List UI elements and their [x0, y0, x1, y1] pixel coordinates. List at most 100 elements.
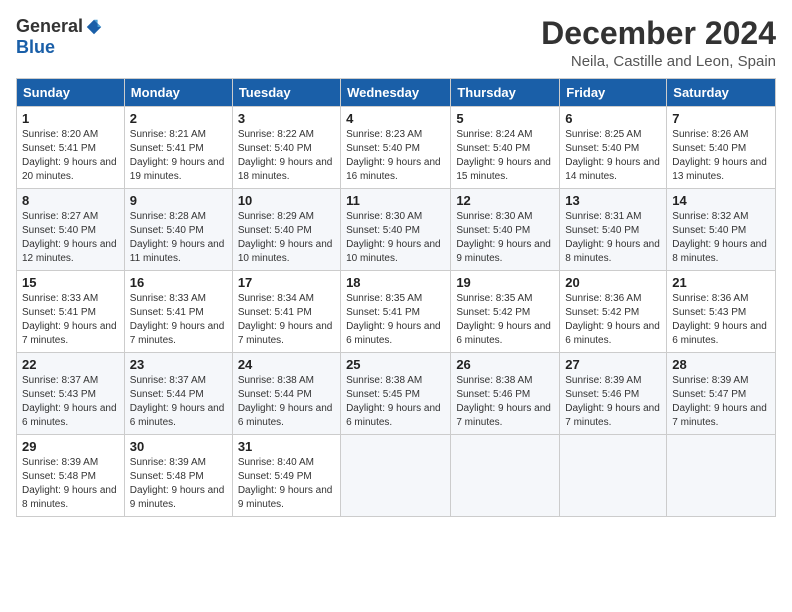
header-day-monday: Monday [124, 79, 232, 107]
calendar-cell: 16 Sunrise: 8:33 AMSunset: 5:41 PMDayligh… [124, 271, 232, 353]
day-number: 16 [130, 275, 227, 290]
header-day-sunday: Sunday [17, 79, 125, 107]
day-detail: Sunrise: 8:24 AMSunset: 5:40 PMDaylight:… [456, 128, 554, 184]
calendar-week-4: 22Sunrise: 8:37 AMSunset: 5:43 PMDayligh… [17, 353, 776, 435]
day-number: 10 [238, 193, 335, 208]
calendar-cell: 19Sunrise: 8:35 AMSunset: 5:42 PMDayligh… [451, 271, 560, 353]
day-number: 14 [672, 193, 770, 208]
day-detail: Sunrise: 8:36 AMSunset: 5:42 PMDaylight:… [565, 292, 661, 348]
day-number: 15 [22, 275, 119, 290]
calendar-week-3: 15 Sunrise: 8:33 AMSunset: 5:41 PMDayligh… [17, 271, 776, 353]
calendar-cell: 12Sunrise: 8:30 AMSunset: 5:40 PMDayligh… [451, 189, 560, 271]
day-number: 13 [565, 193, 661, 208]
day-detail: Sunrise: 8:32 AMSunset: 5:40 PMDaylight:… [672, 210, 770, 266]
day-number: 21 [672, 275, 770, 290]
calendar-cell: 23Sunrise: 8:37 AMSunset: 5:44 PMDayligh… [124, 353, 232, 435]
day-number: 23 [130, 357, 227, 372]
day-number: 25 [346, 357, 445, 372]
day-detail: Sunrise: 8:30 AMSunset: 5:40 PMDaylight:… [346, 210, 445, 266]
calendar-cell [341, 435, 451, 517]
day-detail: Sunrise: 8:38 AMSunset: 5:45 PMDaylight:… [346, 374, 445, 430]
calendar-cell: 5 Sunrise: 8:24 AMSunset: 5:40 PMDaylight… [451, 107, 560, 189]
day-detail: Sunrise: 8:33 AMSunset: 5:41 PMDaylight:… [130, 292, 227, 348]
calendar-header-row: SundayMondayTuesdayWednesdayThursdayFrid… [17, 79, 776, 107]
calendar-cell: 8Sunrise: 8:27 AMSunset: 5:40 PMDaylight… [17, 189, 125, 271]
calendar-week-5: 29Sunrise: 8:39 AMSunset: 5:48 PMDayligh… [17, 435, 776, 517]
day-number: 17 [238, 275, 335, 290]
calendar-cell: 11Sunrise: 8:30 AMSunset: 5:40 PMDayligh… [341, 189, 451, 271]
logo-general: General [16, 16, 83, 37]
calendar-cell: 3 Sunrise: 8:22 AMSunset: 5:40 PMDaylight… [232, 107, 340, 189]
calendar-cell: 7 Sunrise: 8:26 AMSunset: 5:40 PMDaylight… [667, 107, 776, 189]
calendar-cell: 22Sunrise: 8:37 AMSunset: 5:43 PMDayligh… [17, 353, 125, 435]
day-detail: Sunrise: 8:21 AMSunset: 5:41 PMDaylight:… [130, 128, 227, 184]
calendar-body: 1 Sunrise: 8:20 AMSunset: 5:41 PMDaylight… [17, 107, 776, 517]
logo-blue: Blue [16, 37, 55, 58]
calendar-cell: 4Sunrise: 8:23 AMSunset: 5:40 PMDaylight… [341, 107, 451, 189]
day-number: 20 [565, 275, 661, 290]
calendar-cell: 26Sunrise: 8:38 AMSunset: 5:46 PMDayligh… [451, 353, 560, 435]
calendar-cell [560, 435, 667, 517]
day-detail: Sunrise: 8:27 AMSunset: 5:40 PMDaylight:… [22, 210, 119, 266]
day-number: 1 [22, 111, 119, 126]
day-detail: Sunrise: 8:22 AMSunset: 5:40 PMDaylight:… [238, 128, 335, 184]
calendar-cell: 18Sunrise: 8:35 AMSunset: 5:41 PMDayligh… [341, 271, 451, 353]
day-detail: Sunrise: 8:29 AMSunset: 5:40 PMDaylight:… [238, 210, 335, 266]
header-day-wednesday: Wednesday [341, 79, 451, 107]
calendar-cell: 1 Sunrise: 8:20 AMSunset: 5:41 PMDaylight… [17, 107, 125, 189]
day-detail: Sunrise: 8:35 AMSunset: 5:41 PMDaylight:… [346, 292, 445, 348]
calendar-cell: 24 Sunrise: 8:38 AMSunset: 5:44 PMDayligh… [232, 353, 340, 435]
day-detail: Sunrise: 8:39 AMSunset: 5:48 PMDaylight:… [130, 456, 227, 512]
day-detail: Sunrise: 8:30 AMSunset: 5:40 PMDaylight:… [456, 210, 554, 266]
calendar-cell: 28 Sunrise: 8:39 AMSunset: 5:47 PMDayligh… [667, 353, 776, 435]
day-detail: Sunrise: 8:40 AMSunset: 5:49 PMDaylight:… [238, 456, 335, 512]
day-detail: Sunrise: 8:38 AMSunset: 5:44 PMDaylight:… [238, 374, 335, 430]
day-number: 26 [456, 357, 554, 372]
day-detail: Sunrise: 8:34 AMSunset: 5:41 PMDaylight:… [238, 292, 335, 348]
main-title: December 2024 [541, 16, 776, 51]
day-number: 31 [238, 439, 335, 454]
day-number: 28 [672, 357, 770, 372]
day-detail: Sunrise: 8:39 AMSunset: 5:46 PMDaylight:… [565, 374, 661, 430]
day-detail: Sunrise: 8:39 AMSunset: 5:47 PMDaylight:… [672, 374, 770, 430]
title-area: December 2024 Neila, Castille and Leon, … [541, 16, 776, 70]
day-detail: Sunrise: 8:26 AMSunset: 5:40 PMDaylight:… [672, 128, 770, 184]
day-number: 3 [238, 111, 335, 126]
calendar-cell: 6 Sunrise: 8:25 AMSunset: 5:40 PMDaylight… [560, 107, 667, 189]
day-number: 27 [565, 357, 661, 372]
calendar-cell: 2 Sunrise: 8:21 AMSunset: 5:41 PMDaylight… [124, 107, 232, 189]
day-detail: Sunrise: 8:31 AMSunset: 5:40 PMDaylight:… [565, 210, 661, 266]
day-number: 7 [672, 111, 770, 126]
day-number: 4 [346, 111, 445, 126]
day-detail: Sunrise: 8:33 AMSunset: 5:41 PMDaylight:… [22, 292, 119, 348]
logo-icon [85, 18, 103, 36]
calendar-cell: 9 Sunrise: 8:28 AMSunset: 5:40 PMDaylight… [124, 189, 232, 271]
day-detail: Sunrise: 8:28 AMSunset: 5:40 PMDaylight:… [130, 210, 227, 266]
calendar-cell: 30Sunrise: 8:39 AMSunset: 5:48 PMDayligh… [124, 435, 232, 517]
logo: General Blue [16, 16, 103, 58]
day-detail: Sunrise: 8:25 AMSunset: 5:40 PMDaylight:… [565, 128, 661, 184]
day-detail: Sunrise: 8:36 AMSunset: 5:43 PMDaylight:… [672, 292, 770, 348]
calendar-cell: 29Sunrise: 8:39 AMSunset: 5:48 PMDayligh… [17, 435, 125, 517]
calendar-cell: 21 Sunrise: 8:36 AMSunset: 5:43 PMDayligh… [667, 271, 776, 353]
calendar-cell: 17 Sunrise: 8:34 AMSunset: 5:41 PMDayligh… [232, 271, 340, 353]
day-number: 2 [130, 111, 227, 126]
calendar-cell: 14 Sunrise: 8:32 AMSunset: 5:40 PMDayligh… [667, 189, 776, 271]
calendar-cell: 20 Sunrise: 8:36 AMSunset: 5:42 PMDayligh… [560, 271, 667, 353]
day-detail: Sunrise: 8:35 AMSunset: 5:42 PMDaylight:… [456, 292, 554, 348]
day-number: 6 [565, 111, 661, 126]
day-number: 24 [238, 357, 335, 372]
calendar-cell: 25 Sunrise: 8:38 AMSunset: 5:45 PMDayligh… [341, 353, 451, 435]
day-detail: Sunrise: 8:37 AMSunset: 5:43 PMDaylight:… [22, 374, 119, 430]
day-detail: Sunrise: 8:20 AMSunset: 5:41 PMDaylight:… [22, 128, 119, 184]
calendar-cell [451, 435, 560, 517]
calendar-cell: 15 Sunrise: 8:33 AMSunset: 5:41 PMDayligh… [17, 271, 125, 353]
subtitle: Neila, Castille and Leon, Spain [541, 53, 776, 70]
header: General Blue December 2024 Neila, Castil… [16, 16, 776, 70]
header-day-saturday: Saturday [667, 79, 776, 107]
calendar-cell [667, 435, 776, 517]
calendar-week-1: 1 Sunrise: 8:20 AMSunset: 5:41 PMDaylight… [17, 107, 776, 189]
day-number: 9 [130, 193, 227, 208]
day-number: 5 [456, 111, 554, 126]
header-day-friday: Friday [560, 79, 667, 107]
